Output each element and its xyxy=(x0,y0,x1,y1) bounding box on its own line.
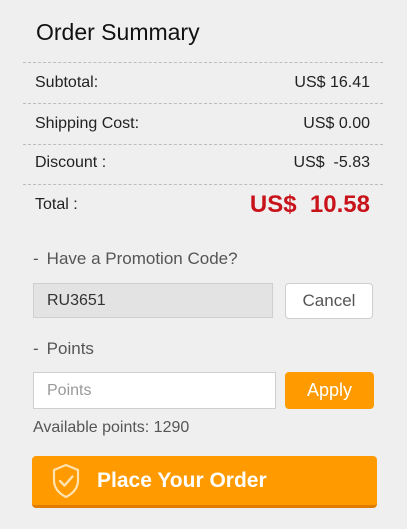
promo-code-toggle[interactable]: - Have a Promotion Code? xyxy=(33,249,238,269)
subtotal-value: US$ 16.41 xyxy=(294,74,370,91)
discount-row: Discount : US$ -5.83 xyxy=(23,143,383,183)
shipping-row: Shipping Cost: US$ 0.00 xyxy=(23,104,383,144)
points-input[interactable]: Points xyxy=(33,372,276,409)
discount-label: Discount : xyxy=(35,154,107,171)
total-row: Total : US$ 10.58 xyxy=(23,185,383,225)
shield-check-icon xyxy=(51,463,81,499)
points-bullet: - xyxy=(33,339,39,358)
order-summary-title: Order Summary xyxy=(36,19,200,45)
cancel-promo-button[interactable]: Cancel xyxy=(285,283,373,319)
total-value: US$ 10.58 xyxy=(249,191,370,218)
promo-bullet: - xyxy=(33,249,39,268)
place-order-button[interactable]: Place Your Order xyxy=(32,456,377,508)
points-toggle[interactable]: - Points xyxy=(33,339,94,359)
place-order-label: Place Your Order xyxy=(97,468,267,492)
promo-code-label: Have a Promotion Code? xyxy=(46,249,238,268)
points-label: Points xyxy=(46,339,94,358)
order-summary-panel: Order Summary Subtotal: US$ 16.41 Shippi… xyxy=(23,0,384,529)
promo-code-input[interactable]: RU3651 xyxy=(33,283,273,318)
total-label: Total : xyxy=(35,196,78,213)
subtotal-row: Subtotal: US$ 16.41 xyxy=(23,63,383,103)
shipping-value: US$ 0.00 xyxy=(303,115,370,132)
available-points-text: Available points: 1290 xyxy=(33,419,190,436)
shipping-label: Shipping Cost: xyxy=(35,115,140,132)
subtotal-label: Subtotal: xyxy=(35,74,99,91)
discount-value: US$ -5.83 xyxy=(293,154,370,171)
apply-points-button[interactable]: Apply xyxy=(285,372,374,409)
